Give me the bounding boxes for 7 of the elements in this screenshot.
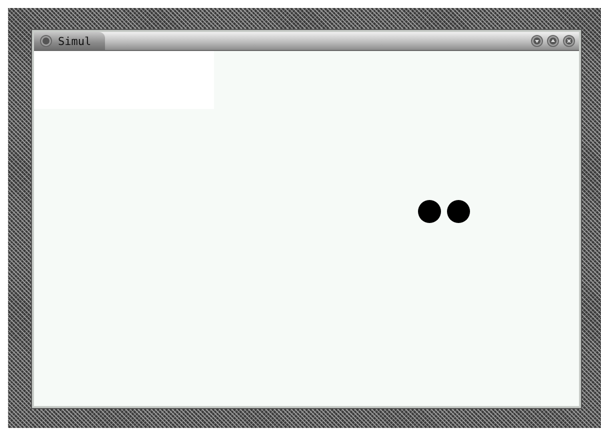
maximize-icon[interactable] xyxy=(547,35,559,47)
ball xyxy=(447,200,470,223)
ball xyxy=(418,200,441,223)
close-icon[interactable] xyxy=(563,35,575,47)
window-menu-icon[interactable] xyxy=(40,35,52,47)
window-title: Simul xyxy=(58,34,92,48)
minimize-icon[interactable] xyxy=(531,35,543,47)
